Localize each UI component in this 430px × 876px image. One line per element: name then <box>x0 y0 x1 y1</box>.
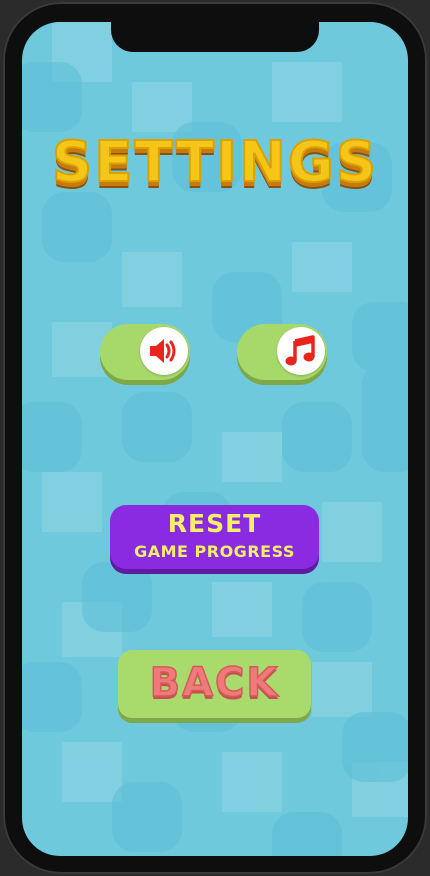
reset-label: RESET <box>167 509 262 538</box>
music-toggle-knob[interactable] <box>277 327 325 375</box>
page-title: SETTINGS <box>51 129 379 196</box>
phone-notch <box>111 20 319 52</box>
sound-toggle[interactable] <box>100 324 190 380</box>
back-button[interactable]: BACK <box>118 650 311 718</box>
reset-game-progress-button[interactable]: RESET GAME PROGRESS <box>110 505 319 569</box>
sound-toggle-knob[interactable] <box>140 327 188 375</box>
back-label: BACK <box>149 659 280 707</box>
music-note-icon <box>285 335 315 366</box>
speaker-icon <box>150 339 176 363</box>
music-toggle[interactable] <box>237 324 327 380</box>
reset-sublabel: GAME PROGRESS <box>134 542 295 561</box>
phone-device: SETTINGS RESET GAME PROGRESS BACK <box>0 0 430 876</box>
